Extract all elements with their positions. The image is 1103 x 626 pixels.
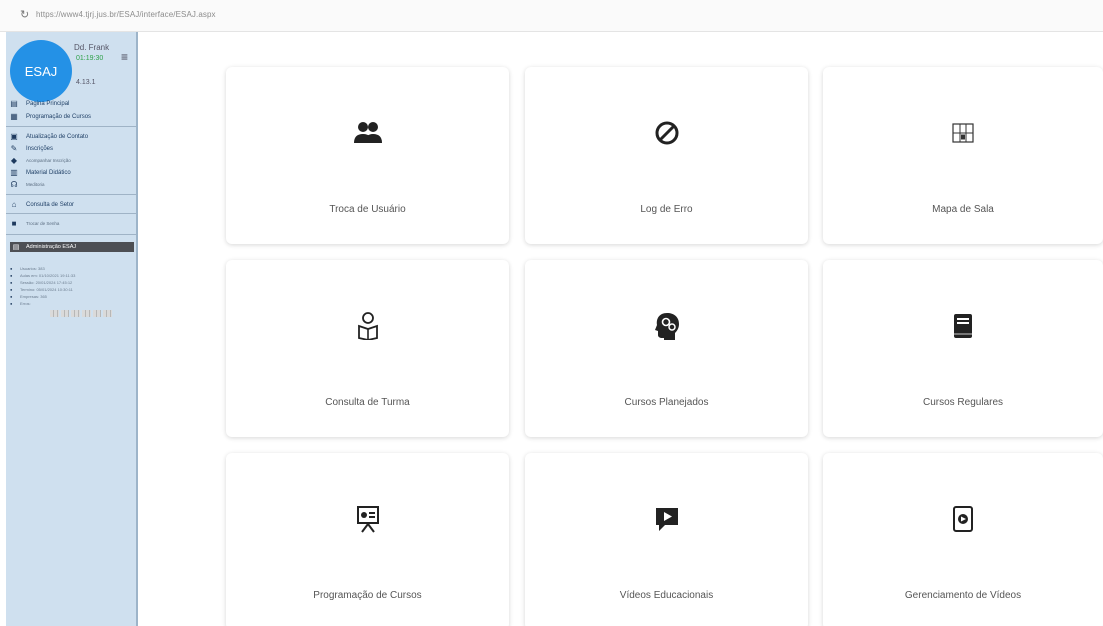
sidebar-item-meditoria[interactable]: ☊ Meditoria (8, 179, 134, 190)
sidebar-item-material-didatico[interactable]: ▥ Material Didático (8, 167, 134, 178)
card-mapa-sala[interactable]: Mapa de Sala (823, 67, 1103, 244)
admin-label: Administração ESAJ (26, 244, 77, 250)
stats-graph (50, 310, 113, 317)
key-icon: ■ (11, 219, 17, 228)
sidebar-item-label: Consulta de Setor (26, 201, 75, 208)
card-cursos-planejados[interactable]: Cursos Planejados (525, 260, 808, 437)
card-label: Cursos Regulares (922, 397, 1004, 408)
divider (6, 194, 136, 195)
sidebar-item-label: Meditoria (26, 182, 45, 187)
stat-text: Usuarios: 383 (20, 265, 45, 271)
stat-line: ● Aulas em: 01/10/2021 19:11:33 (10, 272, 75, 278)
stat-bullet-icon: ● (10, 272, 13, 278)
users-icon (226, 117, 509, 149)
sidebar-item-trocar-senha[interactable]: ■ Trocar de Senha (8, 218, 134, 229)
stat-text: Empresas: 365 (20, 293, 47, 299)
card-gerenciamento-videos[interactable]: Gerenciamento de Vídeos (823, 453, 1103, 626)
building-icon: ⌂ (11, 200, 17, 209)
stat-text: Erros: (20, 300, 31, 306)
card-log-erro[interactable]: Log de Erro (525, 67, 808, 244)
page-icon: ▤ (10, 99, 18, 108)
calendar-icon: ▦ (10, 112, 18, 121)
sidebar-item-inscricoes[interactable]: ✎ Inscrições (8, 143, 134, 154)
stat-line: ● Termino: 05/01/2024 10:30:11 (10, 286, 73, 292)
sidebar-item-consulta-setor[interactable]: ⌂ Consulta de Setor (8, 199, 134, 210)
divider (6, 234, 136, 235)
card-programacao-cursos[interactable]: Programação de Cursos (226, 453, 509, 626)
book-icon (823, 310, 1103, 342)
address-bar[interactable]: ↻ https://www4.tjrj.jus.br/ESAJ/interfac… (0, 0, 1103, 32)
user-name: Dd. Frank (74, 43, 110, 52)
card-label: Vídeos Educacionais (619, 590, 714, 601)
sidebar-item-programacao-cursos[interactable]: ▦ Programação de Cursos (8, 111, 134, 122)
sidebar-item-label: Trocar de Senha (26, 221, 60, 226)
app-version: 4.13.1 (76, 79, 96, 86)
stat-line: ● Erros: (10, 300, 31, 306)
card-label: Mapa de Sala (932, 204, 994, 215)
sidebar-item-label: Atualização de Contato (26, 133, 89, 140)
card-label: Programação de Cursos (313, 590, 422, 601)
avatar[interactable]: ESAJ (10, 40, 72, 102)
card-consulta-turma[interactable]: Consulta de Turma (226, 260, 509, 437)
stat-text: Sessão: 20/01/2024 17:45:12 (20, 279, 73, 285)
stat-bullet-icon: ● (10, 300, 13, 306)
mentor-icon: ☊ (10, 180, 18, 189)
stat-bullet-icon: ● (10, 293, 13, 299)
user-session-time: 01:19:30 (76, 55, 104, 62)
sidebar-item-acompanhar-inscricao[interactable]: ◆ Acompanhar Inscrição (8, 155, 134, 166)
reading-person-icon (226, 310, 509, 342)
card-videos-educacionais[interactable]: Vídeos Educacionais (525, 453, 808, 626)
sidebar-item-atualizacao-contato[interactable]: ▣ Atualização de Contato (8, 131, 134, 142)
ban-icon (525, 117, 808, 149)
divider (6, 126, 136, 127)
stat-line: ● Usuarios: 383 (10, 265, 45, 271)
stat-text: Aulas em: 01/10/2021 19:11:33 (20, 272, 76, 278)
admin-icon: ▤ (12, 244, 20, 251)
card-label: Consulta de Turma (325, 397, 410, 408)
stat-bullet-icon: ● (10, 279, 13, 285)
sidebar: ESAJ Dd. Frank 01:19:30 ≡ 4.13.1 ▤ Pagin… (6, 32, 138, 626)
video-play-icon (525, 503, 808, 535)
book-icon: ▥ (10, 168, 18, 177)
follow-icon: ◆ (10, 156, 18, 165)
card-label: Troca de Usuário (329, 204, 406, 215)
sidebar-item-label: Material Didático (26, 169, 71, 176)
video-file-icon (823, 503, 1103, 535)
presentation-board-icon (226, 503, 509, 535)
url-text[interactable]: https://www4.tjrj.jus.br/ESAJ/interface/… (36, 10, 216, 19)
sidebar-item-pagina-principal[interactable]: ▤ Pagina Principal (8, 98, 134, 109)
sidebar-item-label: Programação de Cursos (26, 113, 92, 120)
stat-text: Termino: 05/01/2024 10:30:11 (20, 286, 73, 292)
card-troca-usuario[interactable]: Troca de Usuário (226, 67, 509, 244)
sidebar-item-label: Pagina Principal (26, 100, 70, 107)
avatar-text: ESAJ (24, 63, 58, 79)
card-label: Gerenciamento de Vídeos (904, 590, 1022, 601)
stat-bullet-icon: ● (10, 265, 13, 271)
admin-esaj-menu[interactable]: ▤ Administração ESAJ (10, 242, 134, 252)
reload-icon[interactable]: ↻ (20, 8, 29, 21)
sidebar-item-label: Inscrições (26, 145, 54, 152)
stat-bullet-icon: ● (10, 286, 13, 292)
card-cursos-regulares[interactable]: Cursos Regulares (823, 260, 1103, 437)
card-label: Cursos Planejados (624, 397, 709, 408)
divider (6, 213, 136, 214)
card-label: Log de Erro (640, 204, 693, 215)
head-gears-icon (525, 310, 808, 342)
hamburger-icon[interactable]: ≡ (121, 50, 128, 64)
enroll-icon: ✎ (10, 144, 18, 153)
stat-line: ● Sessão: 20/01/2024 17:45:12 (10, 279, 72, 285)
stat-line: ● Empresas: 365 (10, 293, 47, 299)
sidebar-item-label: Acompanhar Inscrição (26, 158, 71, 163)
contact-card-icon: ▣ (10, 132, 18, 141)
floor-map-icon (823, 117, 1103, 149)
app-window: ↻ https://www4.tjrj.jus.br/ESAJ/interfac… (0, 0, 1103, 626)
